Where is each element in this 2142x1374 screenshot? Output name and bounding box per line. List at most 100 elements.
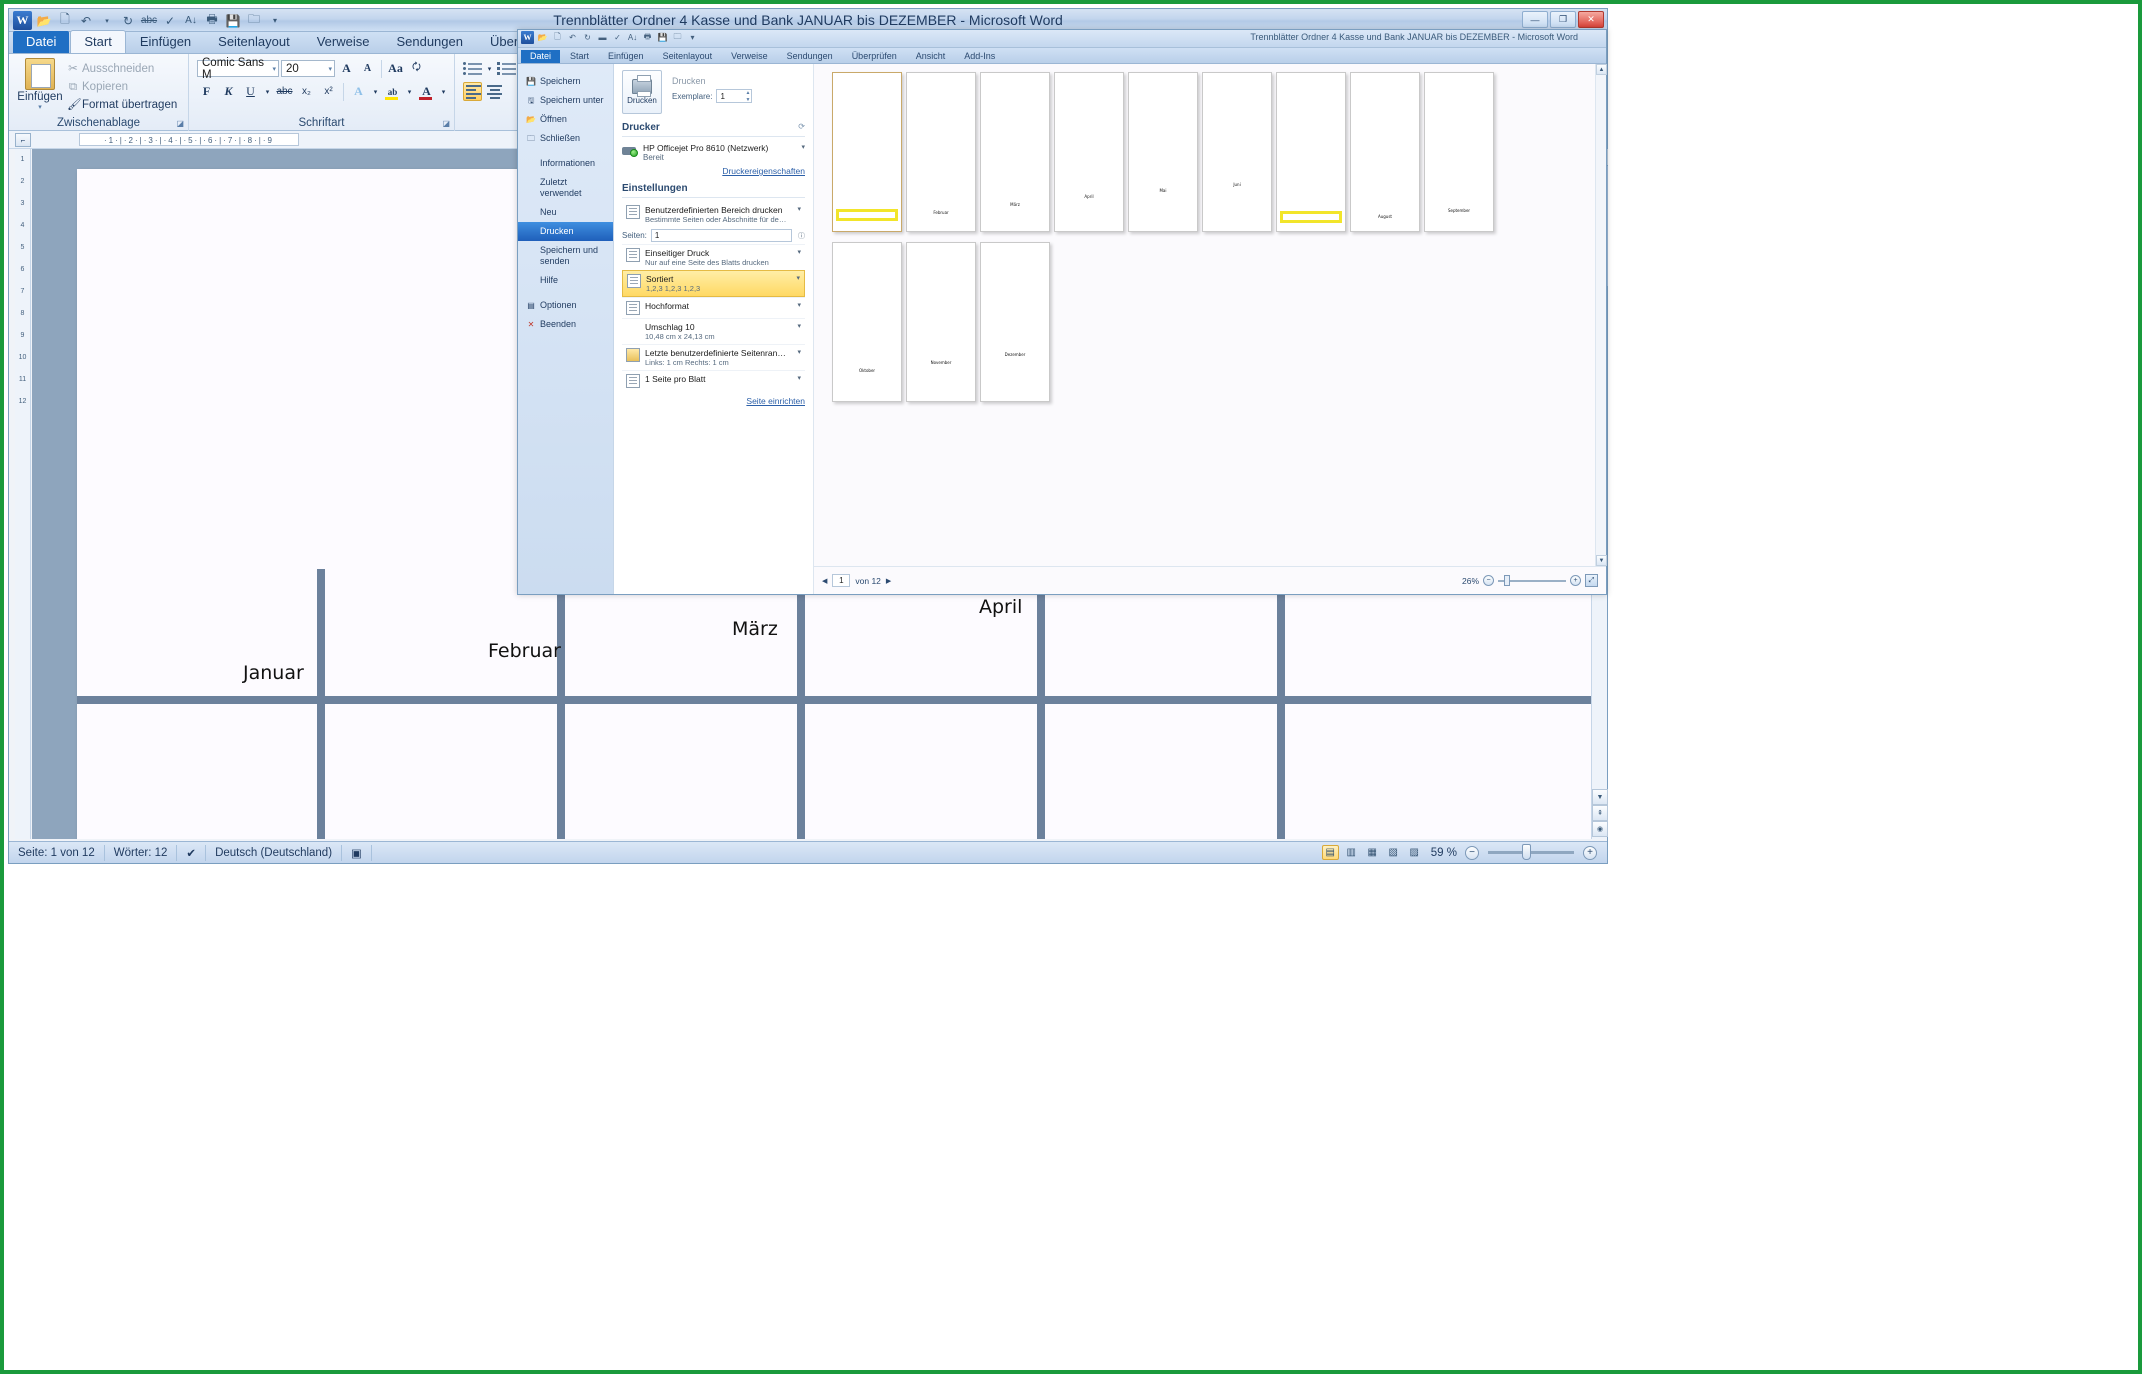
strikethrough-icon[interactable]: ▬ xyxy=(596,31,609,44)
print-button[interactable]: Drucken xyxy=(622,70,662,114)
view-fullscreen-read-icon[interactable]: ▥ xyxy=(1343,845,1360,860)
preview-page-2[interactable]: Februar xyxy=(906,72,976,232)
setting-print-range[interactable]: Benutzerdefinierten Bereich drucken Best… xyxy=(622,202,805,227)
view-outline-icon[interactable]: ▧ xyxy=(1385,845,1402,860)
align-center-button[interactable] xyxy=(485,82,504,101)
backstage-item-informationen[interactable]: Informationen xyxy=(518,154,613,173)
tab-selector-icon[interactable]: ⌐ xyxy=(15,133,31,147)
zoom-in-button[interactable]: + xyxy=(1583,846,1597,860)
pages-input[interactable]: 1 xyxy=(651,229,792,242)
status-language[interactable]: Deutsch (Deutschland) xyxy=(206,845,342,861)
preview-page-3[interactable]: März xyxy=(980,72,1050,232)
preview-zoom-in-button[interactable]: + xyxy=(1570,575,1581,586)
chevron-down-icon[interactable]: ▾ xyxy=(799,143,805,151)
refresh-icon[interactable]: ⟳ xyxy=(798,122,805,133)
preview-page-7[interactable] xyxy=(1276,72,1346,232)
subscript-button[interactable]: x₂ xyxy=(297,82,316,101)
macro-record-icon[interactable]: ▣ xyxy=(342,845,372,861)
font-dialog-launcher-icon[interactable]: ◪ xyxy=(442,119,450,128)
setting-pages-per-sheet[interactable]: 1 Seite pro Blatt ▾ xyxy=(622,370,805,391)
backstage-item-beenden[interactable]: ✕ Beenden xyxy=(518,315,613,334)
folder-icon[interactable]: 🗀 xyxy=(671,31,684,44)
text-effects-button[interactable]: A xyxy=(349,82,368,101)
preview-zoom-slider[interactable] xyxy=(1498,580,1566,582)
copy-button[interactable]: ⧉Kopieren xyxy=(67,78,177,96)
align-left-button[interactable] xyxy=(463,82,482,101)
inner-ribbon-tab-bar[interactable]: Datei Start Einfügen Seitenlayout Verwei… xyxy=(518,48,1606,64)
word-secondary-window[interactable]: W 📂 🗋 ↶ ↻ ▬ ✓ A↓ 🖶 💾 🗀 ▾ Trennblätter Or… xyxy=(517,29,1607,595)
clipboard-dialog-launcher-icon[interactable]: ◪ xyxy=(176,119,184,128)
view-draft-icon[interactable]: ▨ xyxy=(1406,845,1423,860)
inner-tab-seitenlayout[interactable]: Seitenlayout xyxy=(654,50,722,63)
italic-button[interactable]: K xyxy=(219,82,238,101)
preview-page-10[interactable]: Oktober xyxy=(832,242,902,402)
highlight-dropdown-icon[interactable]: ▾ xyxy=(405,82,414,101)
print-icon[interactable]: 🖶 xyxy=(641,31,654,44)
setting-orientation[interactable]: Hochformat ▾ xyxy=(622,297,805,318)
backstage-item-hilfe[interactable]: Hilfe xyxy=(518,271,613,290)
zoom-level[interactable]: 59 % xyxy=(1427,847,1461,859)
chevron-down-icon[interactable]: ▾ xyxy=(795,205,801,213)
underline-button[interactable]: U xyxy=(241,82,260,101)
inner-quick-access-toolbar[interactable]: W 📂 🗋 ↶ ↻ ▬ ✓ A↓ 🖶 💾 🗀 ▾ xyxy=(521,31,699,44)
setting-duplex[interactable]: Einseitiger Druck Nur auf eine Seite des… xyxy=(622,244,805,270)
spellcheck-icon[interactable]: ✔ xyxy=(177,845,206,861)
preview-page-11[interactable]: November xyxy=(906,242,976,402)
backstage-item-speichern[interactable]: 💾 Speichern xyxy=(518,72,613,91)
open-icon[interactable]: 📂 xyxy=(536,31,549,44)
vertical-ruler[interactable]: 1 2 3 4 5 6 7 8 9 10 11 12 xyxy=(15,149,31,839)
backstage-item-speichern-und-senden[interactable]: Speichern und senden xyxy=(518,241,613,271)
copies-stepper[interactable]: 1 ▲▼ xyxy=(716,89,752,103)
window-controls[interactable]: — ❐ ✕ xyxy=(1522,11,1604,28)
preview-page-9[interactable]: September xyxy=(1424,72,1494,232)
inner-tab-verweise[interactable]: Verweise xyxy=(722,50,777,63)
font-color-dropdown-icon[interactable]: ▾ xyxy=(439,82,448,101)
preview-page-1[interactable] xyxy=(832,72,902,232)
chevron-down-icon[interactable]: ▾ xyxy=(272,65,276,73)
tab-start[interactable]: Start xyxy=(70,30,125,53)
setting-collate[interactable]: Sortiert 1,2,3 1,2,3 1,2,3 ▾ xyxy=(622,270,805,297)
bullet-list-icon[interactable] xyxy=(463,59,482,78)
paste-button[interactable]: Einfügen ▾ xyxy=(17,58,63,111)
view-web-layout-icon[interactable]: ▦ xyxy=(1364,845,1381,860)
grow-font-button[interactable]: A xyxy=(337,59,356,78)
setting-paper-size[interactable]: Umschlag 10 10,48 cm x 24,13 cm ▾ xyxy=(622,318,805,344)
scroll-up-icon[interactable]: ▲ xyxy=(1596,64,1607,75)
backstage-item-optionen[interactable]: ▤ Optionen xyxy=(518,296,613,315)
inner-tab-einfuegen[interactable]: Einfügen xyxy=(599,50,653,63)
tab-datei[interactable]: Datei xyxy=(13,31,69,53)
new-icon[interactable]: 🗋 xyxy=(551,31,564,44)
fit-page-icon[interactable]: ⤢ xyxy=(1585,574,1598,587)
shrink-font-button[interactable]: A xyxy=(358,59,377,78)
backstage-menu[interactable]: 💾 Speichern 🖫 Speichern unter 📂 Öffnen 🗀… xyxy=(518,64,614,594)
backstage-item-oeffnen[interactable]: 📂 Öffnen xyxy=(518,110,613,129)
save-icon[interactable]: 💾 xyxy=(656,31,669,44)
font-color-button[interactable]: A xyxy=(417,82,436,101)
backstage-item-speichern-unter[interactable]: 🖫 Speichern unter xyxy=(518,91,613,110)
scroll-down-icon[interactable]: ▼ xyxy=(1596,555,1607,566)
status-page[interactable]: Seite: 1 von 12 xyxy=(9,845,105,861)
tab-verweise[interactable]: Verweise xyxy=(304,31,383,53)
preview-zoom-handle[interactable] xyxy=(1504,575,1510,586)
zoom-out-button[interactable]: − xyxy=(1465,846,1479,860)
tab-einfuegen[interactable]: Einfügen xyxy=(127,31,204,53)
chevron-down-icon[interactable]: ▾ xyxy=(795,248,801,256)
tab-seitenlayout[interactable]: Seitenlayout xyxy=(205,31,303,53)
zoom-slider[interactable] xyxy=(1488,851,1574,854)
preview-page-5[interactable]: Mai xyxy=(1128,72,1198,232)
page-setup-link[interactable]: Seite einrichten xyxy=(622,396,805,406)
font-size-select[interactable]: 20 ▾ xyxy=(281,60,335,77)
print-preview-pane[interactable]: Februar März April Mai Juni xyxy=(814,64,1606,594)
cut-button[interactable]: ✂Ausschneiden xyxy=(67,60,177,78)
previous-page-icon[interactable]: ⇞ xyxy=(1592,805,1608,821)
redo-icon[interactable]: ↻ xyxy=(581,31,594,44)
numbered-list-icon[interactable] xyxy=(497,59,516,78)
preview-zoom-out-button[interactable]: − xyxy=(1483,575,1494,586)
minimize-button[interactable]: — xyxy=(1522,11,1548,28)
superscript-button[interactable]: x² xyxy=(319,82,338,101)
inner-tab-ansicht[interactable]: Ansicht xyxy=(907,50,955,63)
chevron-down-icon[interactable]: ▾ xyxy=(794,274,800,282)
paste-dropdown-icon[interactable]: ▾ xyxy=(17,103,63,111)
strikethrough-button[interactable]: abc xyxy=(275,82,294,101)
chevron-down-icon[interactable]: ▾ xyxy=(795,348,801,356)
